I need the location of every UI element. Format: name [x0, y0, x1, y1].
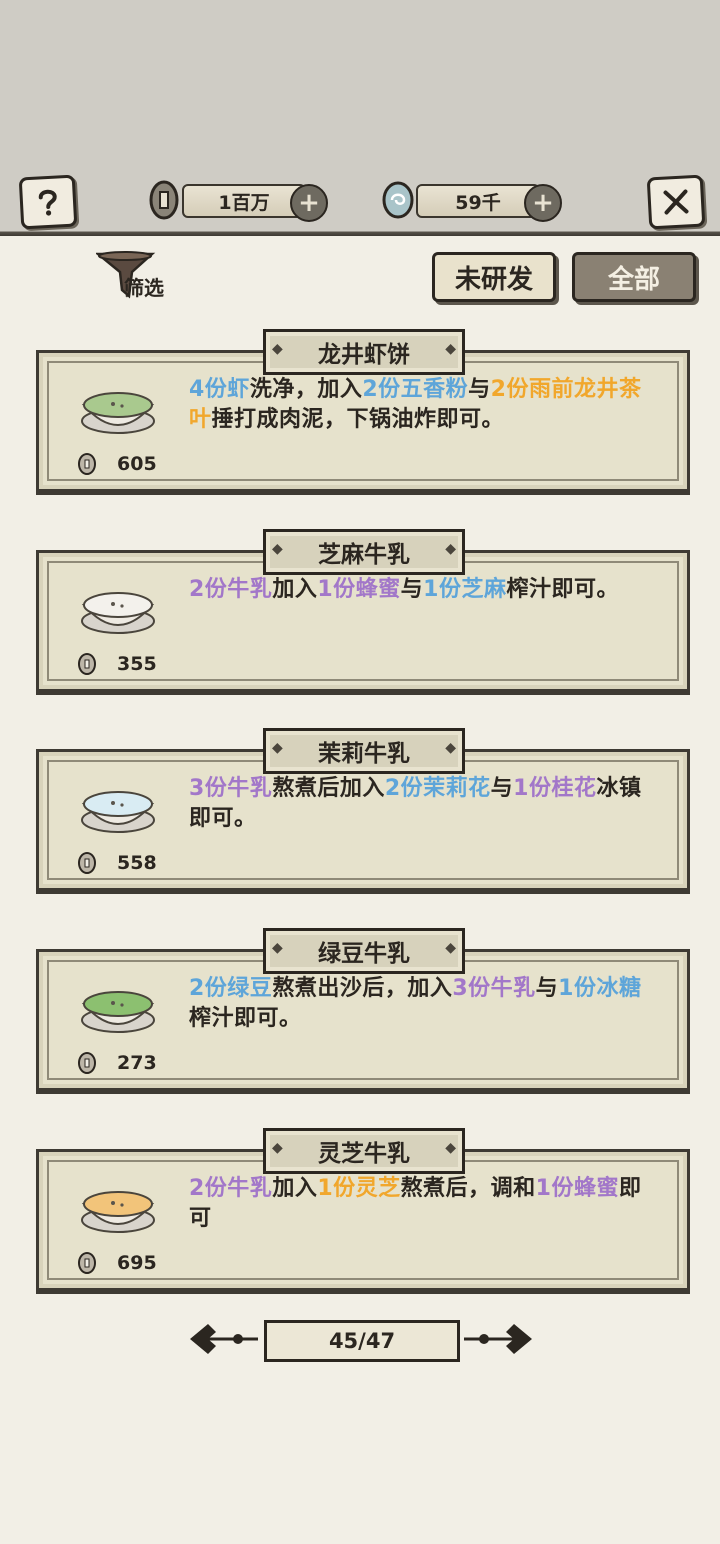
help-button[interactable]	[18, 174, 78, 230]
instruction-text: 捶打成肉泥，下锅油炸即可。	[211, 407, 505, 432]
tab-all[interactable]: 全部	[572, 252, 696, 302]
ingredient-text: 3份牛乳	[189, 776, 273, 801]
instruction-text: 加入	[272, 1176, 318, 1201]
recipe-price: 558	[117, 852, 157, 874]
instruction-text: 与	[490, 776, 514, 801]
filter-label[interactable]: 筛选	[124, 272, 164, 301]
ingredient-text: 2份牛乳	[189, 1176, 273, 1201]
recipe-card[interactable]: 龙井虾饼 605 4份虾洗净，加入2份五香粉与2份雨前龙井茶叶捶打成肉泥，下锅油炸即…	[36, 329, 690, 492]
recipe-card[interactable]: 灵芝牛乳 695 2份牛乳加入1份灵芝熬煮后，调和1份蜂蜜即可	[36, 1128, 690, 1291]
instruction-text: 与	[400, 577, 424, 602]
ornate-arrow-left-icon[interactable]	[186, 1318, 262, 1360]
instruction-text: 熬煮后加入	[272, 776, 385, 801]
jade-orb-icon	[382, 181, 414, 219]
copper-coin-icon	[78, 1052, 96, 1074]
ingredient-text: 2份绿豆	[189, 976, 273, 1001]
jade-amount: 59千	[416, 184, 540, 218]
instruction-text: 熬煮出沙后，加入	[272, 976, 453, 1001]
dish-bowl-icon	[81, 991, 155, 1033]
instruction-text: 熬煮后，调和	[400, 1176, 536, 1201]
copper-coin-icon	[149, 180, 179, 220]
ingredient-text: 2份五香粉	[362, 377, 469, 402]
ingredient-text: 1份蜂蜜	[317, 577, 401, 602]
dish-bowl-icon	[81, 592, 155, 634]
ingredient-text: 3份牛乳	[452, 976, 536, 1001]
instruction-text: 榨汁即可。	[506, 577, 619, 602]
jade-resource: 59千 +	[382, 181, 562, 222]
recipe-price: 273	[117, 1052, 157, 1074]
ingredient-text: 2份茉莉花	[384, 776, 491, 801]
instruction-text: 与	[468, 377, 491, 402]
ingredient-text: 1份灵芝	[317, 1176, 401, 1201]
coin-resource: 1百万 +	[149, 180, 328, 222]
recipe-description: 2份牛乳加入1份灵芝熬煮后，调和1份蜂蜜即可	[189, 1174, 649, 1234]
recipe-price: 355	[117, 653, 157, 675]
tab-undeveloped[interactable]: 未研发	[432, 252, 556, 302]
question-mark-icon	[38, 189, 57, 216]
recipe-description: 2份牛乳加入1份蜂蜜与1份芝麻榨汁即可。	[189, 575, 649, 605]
ingredient-text: 1份桂花	[513, 776, 597, 801]
copper-coin-icon	[78, 453, 96, 475]
ingredient-text: 1份芝麻	[423, 577, 507, 602]
coin-amount: 1百万	[182, 184, 306, 218]
recipe-title: 芝麻牛乳	[263, 529, 465, 575]
copper-coin-icon	[78, 653, 96, 675]
recipe-price: 695	[117, 1252, 157, 1274]
recipe-title: 龙井虾饼	[263, 329, 465, 375]
dish-bowl-icon	[81, 791, 155, 833]
copper-coin-icon	[78, 1252, 96, 1274]
instruction-text: 榨汁即可。	[189, 1006, 302, 1031]
dish-bowl-icon	[81, 392, 155, 434]
instruction-text: 洗净，加入	[249, 377, 363, 402]
resource-hud: 1百万 + 59千 +	[0, 174, 720, 236]
ingredient-text: 1份冰糖	[558, 976, 642, 1001]
recipe-description: 2份绿豆熬煮出沙后，加入3份牛乳与1份冰糖榨汁即可。	[189, 974, 649, 1034]
recipe-price: 605	[117, 453, 157, 475]
recipe-title: 茉莉牛乳	[263, 728, 465, 774]
recipe-card[interactable]: 茉莉牛乳 558 3份牛乳熬煮后加入2份茉莉花与1份桂花冰镇即可。	[36, 728, 690, 891]
close-x-icon	[663, 189, 689, 215]
pagination: 45/47	[186, 1316, 536, 1362]
instruction-text: 与	[535, 976, 559, 1001]
recipe-description: 4份虾洗净，加入2份五香粉与2份雨前龙井茶叶捶打成肉泥，下锅油炸即可。	[189, 375, 649, 435]
close-button[interactable]	[646, 174, 706, 230]
recipe-card[interactable]: 绿豆牛乳 273 2份绿豆熬煮出沙后，加入3份牛乳与1份冰糖榨汁即可。	[36, 928, 690, 1091]
recipe-title: 灵芝牛乳	[263, 1128, 465, 1174]
copper-coin-icon	[78, 852, 96, 874]
page-indicator: 45/47	[264, 1320, 460, 1362]
add-jade-button[interactable]: +	[524, 184, 562, 222]
recipe-card[interactable]: 芝麻牛乳 355 2份牛乳加入1份蜂蜜与1份芝麻榨汁即可。	[36, 529, 690, 692]
ingredient-text: 1份蜂蜜	[535, 1176, 619, 1201]
ornate-arrow-right-icon[interactable]	[460, 1318, 536, 1360]
ingredient-text: 4份虾	[189, 377, 250, 402]
instruction-text: 加入	[272, 577, 318, 602]
dish-bowl-icon	[81, 1191, 155, 1233]
recipe-description: 3份牛乳熬煮后加入2份茉莉花与1份桂花冰镇即可。	[189, 774, 649, 834]
ingredient-text: 2份牛乳	[189, 577, 273, 602]
recipe-title: 绿豆牛乳	[263, 928, 465, 974]
add-coins-button[interactable]: +	[290, 184, 328, 222]
